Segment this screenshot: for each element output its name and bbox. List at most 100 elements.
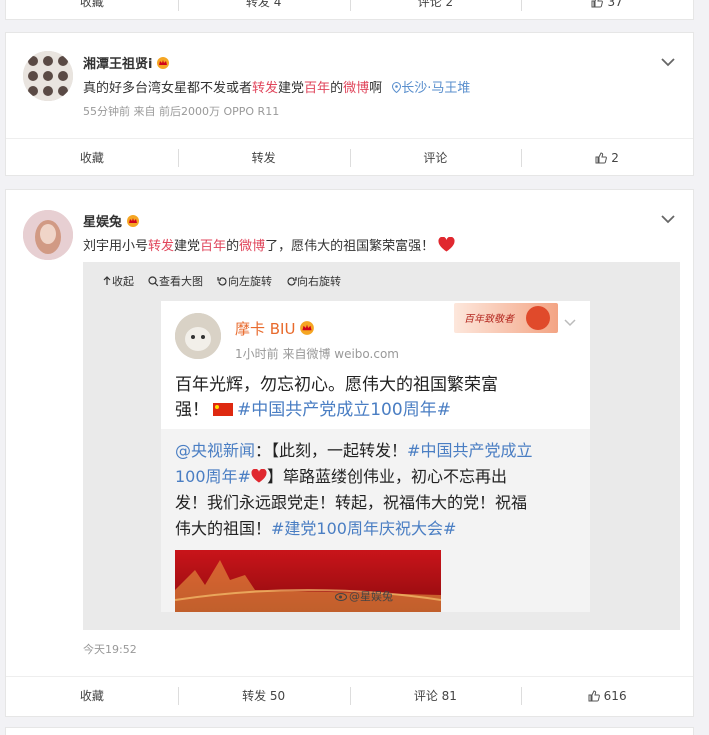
text-segment: 了，愿伟大的祖国繁荣富强！: [265, 239, 435, 254]
watermark-text: @星娱兔: [349, 590, 393, 603]
repost-button[interactable]: 转发 50: [177, 677, 350, 714]
inner-text-line-2: 强！ #中国共产党成立100周年#: [175, 396, 451, 424]
chevron-down-icon[interactable]: [661, 57, 675, 67]
red-heart-icon: [438, 236, 455, 252]
favorite-button[interactable]: 收藏: [6, 677, 178, 714]
text-segment: 的: [330, 81, 344, 96]
like-count: 2: [611, 150, 619, 165]
post-card: 湘潭王祖贤i 真的好多台湾女星都不发或者转发建党百年的微博啊 长沙·马王堆 55…: [5, 32, 694, 176]
repost-label: 转发 4: [245, 0, 282, 9]
like-button[interactable]: 2: [521, 139, 693, 176]
highlight-keyword[interactable]: 百年: [304, 81, 330, 96]
crown-badge-icon: [157, 57, 170, 69]
rotate-left-button[interactable]: 向左旋转: [217, 273, 272, 289]
text-segment: 啊: [369, 81, 383, 96]
text-segment: 伟大的祖国！: [175, 519, 272, 538]
crown-badge-icon: [300, 321, 315, 335]
like-count: 616: [603, 688, 627, 703]
comment-label: 评论 81: [413, 689, 457, 703]
badge-text: 百年致敬者: [464, 314, 514, 325]
post-actions: 收藏 转发 50 评论 81 616: [6, 676, 693, 714]
anniversary-badge: 百年致敬者: [454, 303, 558, 333]
text-segment: 刘宇用小号: [83, 239, 149, 254]
rotate-left-label: 向左旋转: [228, 275, 272, 288]
location-link[interactable]: 长沙·马王堆: [392, 81, 470, 96]
crown-badge-icon: [127, 215, 140, 227]
collapse-button[interactable]: 收起: [102, 273, 134, 289]
comment-label: 评论: [423, 151, 448, 165]
favorite-label: 收藏: [79, 689, 104, 703]
top-post-actions: 收藏 转发 4 评论 2 37: [6, 0, 693, 20]
magnifier-icon: [148, 275, 159, 286]
text-segment: ：【此刻，一起转发！: [255, 441, 408, 460]
avatar[interactable]: [23, 210, 73, 260]
post-card: 星娱兔 刘宇用小号转发建党百年的微博了，愿伟大的祖国繁荣富强！ 收起 查看大图 …: [5, 189, 694, 717]
text-segment: 】筚路蓝缕创伟业，初心不忘再出: [266, 467, 507, 486]
comment-label: 评论 2: [417, 0, 454, 9]
inner-text-line-1: 百年光辉，勿忘初心。愿伟大的祖国繁荣富: [175, 375, 498, 395]
view-large-button[interactable]: 查看大图: [148, 273, 203, 289]
post-text: 刘宇用小号转发建党百年的微博了，愿伟大的祖国繁荣富强！: [83, 235, 455, 254]
like-button[interactable]: 37: [521, 0, 693, 20]
location-pin-icon: [392, 81, 402, 94]
username-text: 湘潭王祖贤i: [83, 57, 153, 72]
rotate-right-label: 向右旋转: [297, 275, 341, 288]
username[interactable]: 湘潭王祖贤i: [83, 53, 170, 72]
post-text: 真的好多台湾女星都不发或者转发建党百年的微博啊 长沙·马王堆: [83, 77, 470, 96]
location-text: 长沙·马王堆: [401, 81, 471, 96]
weibo-logo-icon: [335, 593, 347, 601]
highlight-keyword[interactable]: 转发: [148, 239, 174, 254]
hashtag: #中国共产党成立100周年#: [237, 400, 451, 420]
skyline-graphic: [175, 560, 441, 612]
hashtag: 100周年#: [175, 467, 251, 486]
text-segment: 的: [226, 239, 240, 254]
chevron-down-icon[interactable]: [661, 214, 675, 224]
like-button[interactable]: 616: [521, 677, 693, 714]
inner-username-text: 摩卡 BIU: [235, 320, 296, 338]
comment-button[interactable]: 评论 81: [349, 677, 522, 714]
repost-button[interactable]: 转发 4: [177, 0, 350, 20]
red-banner-image: [175, 550, 441, 612]
screenshot-image[interactable]: 百年致敬者 摩卡 BIU 1小时前 来自微博 weibo.com 百年光辉，勿忘…: [161, 301, 590, 612]
repost-line-1: @央视新闻：【此刻，一起转发！#中国共产党成立: [175, 437, 532, 465]
inner-avatar-image: [175, 313, 221, 359]
red-heart-icon: [251, 468, 267, 483]
like-count: 37: [607, 0, 623, 9]
badge-emblem: [526, 306, 550, 330]
top-post-card: 收藏 转发 4 评论 2 37: [5, 0, 694, 20]
comment-button[interactable]: 评论: [349, 139, 522, 176]
highlight-keyword[interactable]: 微博: [239, 239, 265, 254]
text-segment: 建党: [174, 239, 201, 254]
rotate-left-icon: [217, 276, 227, 286]
highlight-keyword[interactable]: 转发: [252, 81, 278, 96]
text-segment: 真的好多台湾女星都不发或者: [83, 81, 253, 96]
thumbs-up-icon: [588, 689, 600, 701]
repost-label: 转发 50: [242, 689, 286, 703]
avatar[interactable]: [23, 51, 73, 101]
text-segment: 建党: [278, 81, 305, 96]
repost-line-2: 100周年# 】筚路蓝缕创伟业，初心不忘再出: [175, 463, 507, 491]
thumbs-up-icon: [595, 151, 608, 163]
favorite-button[interactable]: 收藏: [6, 139, 178, 176]
text-segment: 强！: [175, 400, 209, 420]
next-post-card: [5, 727, 694, 735]
highlight-keyword[interactable]: 百年: [200, 239, 226, 254]
comment-button[interactable]: 评论 2: [349, 0, 522, 20]
image-toolbar: 收起 查看大图 向左旋转 向右旋转: [102, 273, 341, 289]
username[interactable]: 星娱兔: [83, 211, 140, 230]
avatar-image: [23, 210, 73, 260]
mention: @央视新闻: [175, 441, 256, 460]
inner-repost-block: @央视新闻：【此刻，一起转发！#中国共产党成立 100周年# 】筚路蓝缕创伟业，初…: [161, 429, 590, 612]
repost-button[interactable]: 转发: [177, 139, 350, 176]
chevron-down-icon: [564, 319, 576, 327]
rotate-right-button[interactable]: 向右旋转: [286, 273, 341, 289]
highlight-keyword[interactable]: 微博: [343, 81, 369, 96]
favorite-label: 收藏: [79, 0, 104, 9]
repost-label: 转发: [251, 151, 276, 165]
thumbs-up-icon: [591, 0, 604, 7]
post-actions: 收藏 转发 评论 2: [6, 138, 693, 176]
favorite-button[interactable]: 收藏: [6, 0, 178, 20]
inner-username: 摩卡 BIU: [235, 318, 315, 339]
collapse-icon: [103, 276, 111, 285]
inner-meta: 1小时前 来自微博 weibo.com: [235, 347, 399, 361]
